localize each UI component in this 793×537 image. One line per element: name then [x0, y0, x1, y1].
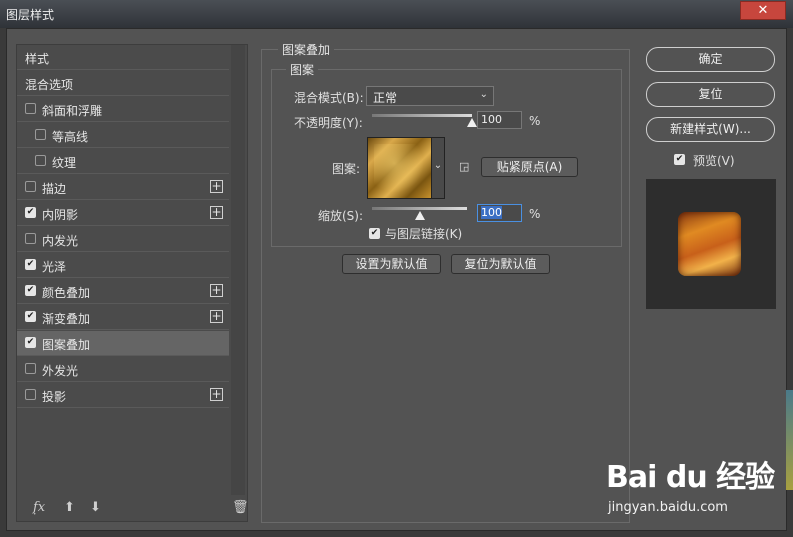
blend-mode-label: 混合模式(B): — [294, 91, 364, 105]
pattern-overlay-section: 图案叠加 图案 混合模式(B): 正常 ⌄ 不透明度(Y): 100 % 图案:… — [261, 41, 630, 523]
style-list-label: 颜色叠加 — [42, 286, 91, 300]
style-checkbox[interactable] — [25, 363, 36, 374]
blend-mode-select[interactable]: 正常 ⌄ — [366, 86, 494, 106]
style-list-label: 投影 — [42, 390, 67, 404]
chevron-down-icon: ⌄ — [479, 89, 488, 100]
style-checkbox[interactable] — [25, 389, 36, 400]
watermark-url: jingyan.baidu.com — [608, 500, 728, 515]
style-list-item[interactable]: 内发光 — [17, 227, 229, 252]
move-down-icon[interactable]: ⬇ — [90, 500, 101, 515]
scale-unit: % — [529, 207, 541, 221]
style-list-label: 混合选项 — [25, 78, 74, 92]
style-list-label: 外发光 — [42, 364, 79, 378]
trash-icon[interactable]: 🗑 — [232, 500, 249, 515]
style-checkbox[interactable] — [25, 181, 36, 192]
style-list-item[interactable]: 描边 + — [17, 175, 229, 200]
scale-label: 缩放(S): — [318, 209, 364, 223]
style-list-item[interactable]: 外发光 — [17, 357, 229, 382]
style-list-item[interactable]: ✔ 渐变叠加 + — [17, 305, 229, 330]
pattern-group: 图案 混合模式(B): 正常 ⌄ 不透明度(Y): 100 % 图案: ⌄ ◲ … — [271, 61, 622, 247]
preview-label: 预览(V) — [693, 154, 735, 168]
background-edge — [786, 390, 793, 490]
add-style-icon[interactable]: + — [210, 388, 223, 401]
group-title: 图案 — [286, 61, 319, 78]
style-checkbox[interactable] — [35, 129, 46, 140]
watermark-brand: Bai du 经验 — [606, 460, 775, 495]
style-checkbox[interactable]: ✔ — [25, 311, 36, 322]
style-checkbox[interactable]: ✔ — [25, 207, 36, 218]
style-list-item[interactable]: 混合选项 — [17, 71, 229, 96]
scale-input[interactable]: 100 — [477, 204, 522, 222]
preview-checkbox[interactable]: ✔ — [674, 154, 685, 165]
style-list-item[interactable]: 纹理 — [17, 149, 229, 174]
style-list-label: 等高线 — [52, 130, 89, 144]
link-with-layer-checkbox[interactable]: ✔ — [369, 228, 380, 239]
style-preview — [646, 179, 776, 309]
close-button[interactable]: ✕ — [740, 1, 786, 20]
scale-slider-track[interactable] — [372, 207, 467, 210]
style-list-item[interactable]: 等高线 — [17, 123, 229, 148]
style-list-toolbar: fx. ⬆ ⬇ 🗑 — [27, 500, 249, 520]
window-title: 图层样式 — [6, 8, 55, 22]
scale-slider-thumb[interactable] — [414, 211, 425, 220]
style-list-item[interactable]: 投影 + — [17, 383, 229, 408]
preview-thumbnail — [678, 212, 741, 276]
style-checkbox[interactable] — [35, 155, 46, 166]
style-list-label: 内发光 — [42, 234, 79, 248]
title-bar: 图层样式 ✕ — [0, 0, 793, 28]
style-list-label: 纹理 — [52, 156, 77, 170]
style-list-scrollbar[interactable] — [231, 45, 245, 495]
style-checkbox[interactable]: ✔ — [25, 285, 36, 296]
close-icon: ✕ — [757, 3, 769, 18]
pattern-label: 图案: — [332, 162, 361, 176]
style-list-label: 图案叠加 — [42, 338, 91, 352]
set-as-default-button[interactable]: 设置为默认值 — [342, 254, 441, 274]
style-list-label: 描边 — [42, 182, 67, 196]
style-list-item[interactable]: ✔ 光泽 — [17, 253, 229, 278]
style-checkbox[interactable]: ✔ — [25, 337, 36, 348]
style-list-label: 斜面和浮雕 — [42, 104, 103, 118]
style-list-label: 渐变叠加 — [42, 312, 91, 326]
chevron-down-icon: ⌄ — [433, 160, 443, 171]
style-checkbox[interactable]: ✔ — [25, 259, 36, 270]
link-with-layer-label: 与图层链接(K) — [385, 227, 463, 241]
pattern-picker-button[interactable]: ⌄ — [431, 137, 445, 199]
style-list-label: 光泽 — [42, 260, 67, 274]
style-list-label: 内阴影 — [42, 208, 79, 222]
move-up-icon[interactable]: ⬆ — [64, 500, 75, 515]
add-style-icon[interactable]: + — [210, 206, 223, 219]
style-list-label: 样式 — [25, 52, 50, 66]
opacity-input[interactable]: 100 — [477, 111, 522, 129]
snap-to-origin-button[interactable]: 贴紧原点(A) — [481, 157, 578, 177]
opacity-label: 不透明度(Y): — [294, 116, 363, 130]
ok-button[interactable]: 确定 — [646, 47, 775, 72]
add-style-icon[interactable]: + — [210, 284, 223, 297]
opacity-slider-track[interactable] — [372, 114, 472, 117]
style-list-item[interactable]: ✔ 颜色叠加 + — [17, 279, 229, 304]
style-list-item[interactable]: ✔ 内阴影 + — [17, 201, 229, 226]
style-list-item[interactable]: 样式 — [17, 45, 229, 70]
opacity-unit: % — [529, 114, 541, 128]
style-list-panel: 样式混合选项斜面和浮雕等高线纹理描边 + ✔ 内阴影 + 内发光 ✔ 光泽 ✔ 颜色叠加 + ✔ 渐变叠… — [16, 44, 249, 522]
style-list-item[interactable]: ✔ 图案叠加 — [17, 331, 229, 356]
add-style-icon[interactable]: + — [210, 310, 223, 323]
fx-icon[interactable]: fx. — [33, 500, 45, 518]
reset-to-default-button[interactable]: 复位为默认值 — [451, 254, 550, 274]
style-checkbox[interactable] — [25, 233, 36, 244]
opacity-slider-thumb[interactable] — [467, 118, 477, 127]
new-preset-icon[interactable]: ◲ — [459, 160, 469, 173]
add-style-icon[interactable]: + — [210, 180, 223, 193]
style-list-item[interactable]: 斜面和浮雕 — [17, 97, 229, 122]
section-title: 图案叠加 — [278, 41, 335, 58]
watermark: Bai du 经验 jingyan.baidu.com — [606, 452, 775, 515]
new-style-button[interactable]: 新建样式(W)... — [646, 117, 775, 142]
style-checkbox[interactable] — [25, 103, 36, 114]
pattern-swatch[interactable] — [367, 137, 432, 199]
reset-button[interactable]: 复位 — [646, 82, 775, 107]
